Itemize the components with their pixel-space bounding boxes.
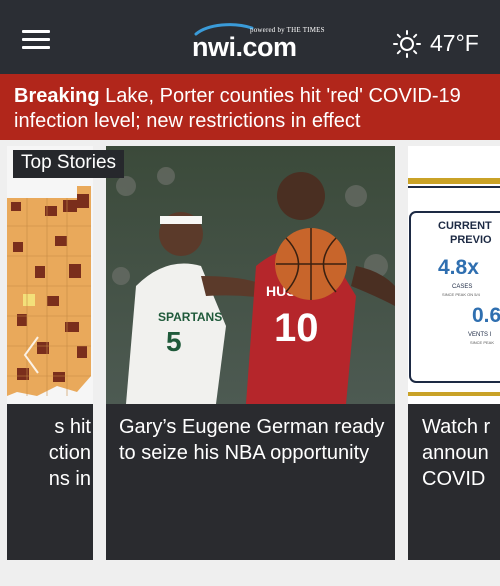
- temperature-readout[interactable]: 47°F: [430, 30, 479, 57]
- nwi-logo[interactable]: powered by THE TIMES nwi.com: [192, 22, 325, 62]
- graphic-caption1: CASES: [452, 284, 473, 290]
- graphic-caption2b: SINCE PEAK: [470, 340, 495, 345]
- story-card-title: Watch r announ COVID: [422, 416, 491, 490]
- logo-text: nwi.com: [192, 32, 297, 62]
- breaking-label: Breaking: [14, 85, 100, 107]
- story-title-text: s hit ction ns in: [48, 416, 91, 490]
- hamburger-menu-icon[interactable]: [22, 28, 50, 50]
- covid-map-image: [7, 146, 93, 404]
- carousel-bottom-strip: [0, 560, 500, 586]
- svg-text:5: 5: [166, 326, 182, 357]
- sun-icon: [393, 30, 421, 58]
- story-card-covid-map[interactable]: s hit ction ns in: [7, 146, 93, 560]
- top-stories-label: Top Stories: [13, 150, 125, 178]
- app-header: powered by THE TIMES nwi.com 47°F: [0, 0, 500, 74]
- story-card-covid-graphic[interactable]: CURRENT PREVIO 4.8x CASES SINCE PEAK ON …: [408, 146, 500, 560]
- breaking-news-banner[interactable]: Breaking Lake, Porter counties hit 'red'…: [0, 74, 500, 140]
- story-card-title: Gary’s Eugene German ready to seize his …: [119, 416, 385, 464]
- graphic-value1: 4.8x: [438, 256, 479, 279]
- graphic-caption1b: SINCE PEAK ON 5/4: [442, 292, 480, 297]
- svg-text:SPARTANS: SPARTANS: [158, 310, 222, 324]
- graphic-caption2: VENTS I: [468, 332, 492, 338]
- covid-stats-graphic: CURRENT PREVIO 4.8x CASES SINCE PEAK ON …: [408, 146, 500, 404]
- chevron-left-icon[interactable]: [22, 335, 42, 375]
- top-stories-carousel[interactable]: Top Stories s hit ction ns in SPARTANS 5…: [0, 140, 500, 586]
- svg-text:10: 10: [274, 306, 319, 350]
- graphic-line2: PREVIO: [450, 234, 492, 246]
- basketball-photo: SPARTANS 5 HUSKIES 10: [106, 146, 395, 404]
- story-card-basketball[interactable]: SPARTANS 5 HUSKIES 10 Gary’s Eugene Germ…: [106, 146, 395, 560]
- graphic-value2: 0.6: [472, 304, 500, 327]
- graphic-line1: CURRENT: [438, 220, 492, 232]
